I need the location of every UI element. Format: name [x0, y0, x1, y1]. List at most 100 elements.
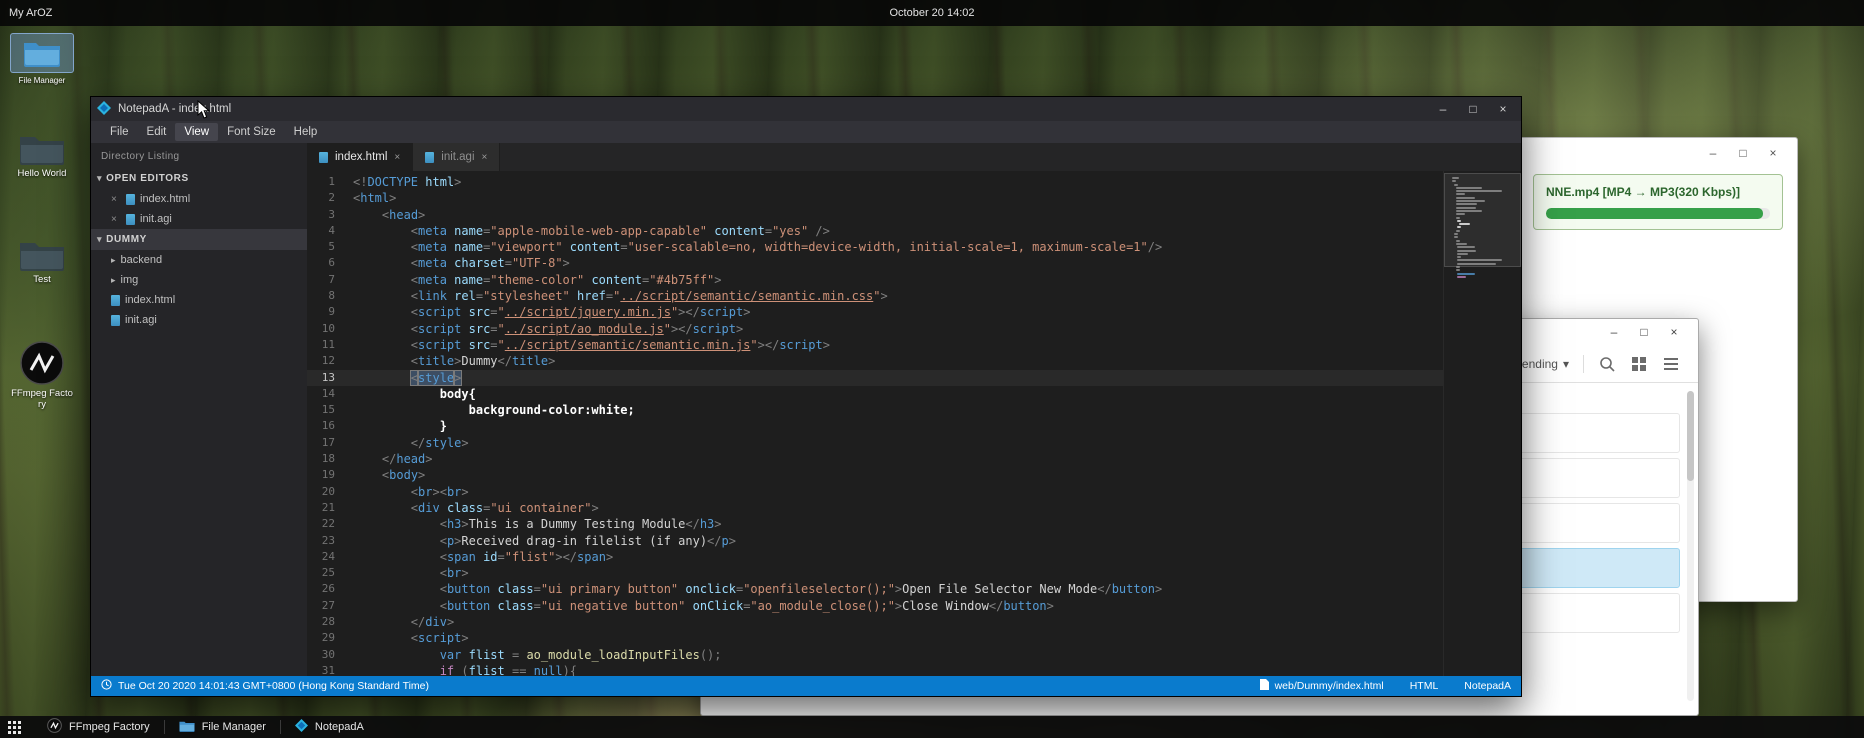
code-line-9[interactable]: 9 <script src="../script/jquery.min.js">… — [307, 304, 1443, 320]
grid-view-icon[interactable] — [1630, 355, 1648, 373]
code-line-25[interactable]: 25 <br> — [307, 565, 1443, 581]
code-line-28[interactable]: 28 </div> — [307, 614, 1443, 630]
code-line-14[interactable]: 14 body{ — [307, 386, 1443, 402]
line-number: 6 — [307, 255, 353, 271]
code-line-26[interactable]: 26 <button class="ui primary button" onc… — [307, 581, 1443, 597]
menu-file[interactable]: File — [101, 123, 138, 141]
maximize-button[interactable]: □ — [1461, 100, 1485, 118]
code-line-22[interactable]: 22 <h3>This is a Dummy Testing Module</h… — [307, 516, 1443, 532]
code-line-2[interactable]: 2<html> — [307, 190, 1443, 206]
search-icon[interactable] — [1598, 355, 1616, 373]
tree-item-index-html[interactable]: index.html — [91, 290, 307, 310]
code-line-3[interactable]: 3 <head> — [307, 207, 1443, 223]
tree-item-init-agi[interactable]: init.agi — [91, 310, 307, 330]
list-view-icon[interactable] — [1662, 355, 1680, 373]
code-line-8[interactable]: 8 <link rel="stylesheet" href="../script… — [307, 288, 1443, 304]
close-button[interactable]: × — [1761, 144, 1785, 162]
code-line-13[interactable]: 13 <style> — [307, 370, 1443, 386]
line-number: 31 — [307, 663, 353, 676]
close-tab-icon[interactable]: × — [394, 152, 400, 163]
code-line-21[interactable]: 21 <div class="ui container"> — [307, 500, 1443, 516]
status-language[interactable]: HTML — [1410, 680, 1439, 692]
code-line-20[interactable]: 20 <br><br> — [307, 484, 1443, 500]
sidebar-header: Directory Listing — [91, 143, 307, 168]
line-number: 30 — [307, 647, 353, 663]
code-line-30[interactable]: 30 var flist = ao_module_loadInputFiles(… — [307, 647, 1443, 663]
code-line-4[interactable]: 4 <meta name="apple-mobile-web-app-capab… — [307, 223, 1443, 239]
desktop-icon-file-manager[interactable]: File Manager — [10, 33, 74, 85]
taskbar-item-ffmpeg-factory[interactable]: FFmpeg Factory — [33, 716, 164, 738]
code-line-17[interactable]: 17 </style> — [307, 435, 1443, 451]
code-line-12[interactable]: 12 <title>Dummy</title> — [307, 353, 1443, 369]
code-line-24[interactable]: 24 <span id="flist"></span> — [307, 549, 1443, 565]
code-line-29[interactable]: 29 <script> — [307, 630, 1443, 646]
code-text: <body> — [353, 467, 425, 483]
code-line-7[interactable]: 7 <meta name="theme-color" content="#4b7… — [307, 272, 1443, 288]
code-area[interactable]: 1<!DOCTYPE html>2<html>3 <head>4 <meta n… — [307, 171, 1443, 676]
code-line-15[interactable]: 15 background-color:white; — [307, 402, 1443, 418]
code-text: <!DOCTYPE html> — [353, 174, 461, 190]
status-file-path[interactable]: web/Dummy/index.html — [1275, 680, 1384, 692]
close-button[interactable]: × — [1491, 100, 1515, 118]
code-line-23[interactable]: 23 <p>Received drag-in filelist (if any)… — [307, 533, 1443, 549]
taskbar: FFmpeg Factory File Manager NotepadA — [0, 716, 1864, 738]
menu-view[interactable]: View — [175, 123, 218, 141]
code-line-16[interactable]: 16 } — [307, 418, 1443, 434]
code-line-31[interactable]: 31 if (flist == null){ — [307, 663, 1443, 676]
progress-bar — [1546, 208, 1763, 219]
tree-section-dummy[interactable]: ▾DUMMY — [91, 229, 307, 250]
maximize-button[interactable]: □ — [1731, 144, 1755, 162]
taskbar-item-file-manager[interactable]: File Manager — [165, 716, 280, 738]
notepada-titlebar[interactable]: NotepadA - index.html – □ × — [91, 97, 1521, 121]
code-line-18[interactable]: 18 </head> — [307, 451, 1443, 467]
code-text: <meta name="theme-color" content="#4b75f… — [353, 272, 722, 288]
desktop-icon-label: File Manager — [10, 76, 74, 85]
minimap-line — [1457, 273, 1475, 275]
menu-edit[interactable]: Edit — [138, 123, 176, 141]
line-number: 13 — [307, 370, 353, 386]
minimap-line — [1456, 240, 1460, 242]
tree-item-label: init.agi — [140, 213, 172, 225]
maximize-button[interactable]: □ — [1632, 323, 1656, 341]
code-line-6[interactable]: 6 <meta charset="UTF-8"> — [307, 255, 1443, 271]
tree-section-open-editors[interactable]: ▾OPEN EDITORS — [91, 168, 307, 189]
aroz-menu-button[interactable]: My ArOZ — [0, 7, 52, 19]
close-editor-icon[interactable]: × — [111, 214, 121, 225]
minimap[interactable] — [1443, 171, 1521, 676]
sort-dropdown[interactable]: ending ▾ — [1522, 357, 1569, 371]
desktop-icon-test[interactable]: Test — [10, 238, 74, 286]
close-editor-icon[interactable]: × — [111, 194, 121, 205]
code-line-5[interactable]: 5 <meta name="viewport" content="user-sc… — [307, 239, 1443, 255]
minimize-button[interactable]: – — [1701, 144, 1725, 162]
code-line-10[interactable]: 10 <script src="../script/ao_module.js">… — [307, 321, 1443, 337]
minimap-line — [1457, 253, 1468, 255]
desktop-icon-label: Hello World — [10, 169, 74, 180]
tree-item-init-agi[interactable]: × init.agi — [91, 209, 307, 229]
scrollbar-thumb[interactable] — [1687, 391, 1694, 481]
code-line-19[interactable]: 19 <body> — [307, 467, 1443, 483]
notepada-window: NotepadA - index.html – □ × FileEditView… — [90, 96, 1522, 697]
close-tab-icon[interactable]: × — [482, 152, 488, 163]
start-menu-icon[interactable] — [8, 721, 21, 734]
tab-index-html[interactable]: index.html× — [307, 143, 413, 171]
taskbar-item-notepada[interactable]: NotepadA — [281, 716, 378, 738]
minimize-button[interactable]: – — [1431, 100, 1455, 118]
menu-help[interactable]: Help — [285, 123, 327, 141]
tree-item-index-html[interactable]: ×index.html — [91, 189, 307, 209]
close-button[interactable]: × — [1662, 323, 1686, 341]
tree-item-backend[interactable]: ▸backend — [91, 250, 307, 270]
code-text: <meta charset="UTF-8"> — [353, 255, 570, 271]
scrollbar[interactable] — [1687, 391, 1694, 701]
folder-icon — [10, 238, 74, 272]
tab-init-agi[interactable]: init.agi× — [413, 143, 500, 171]
tree-item-img[interactable]: ▸img — [91, 270, 307, 290]
code-line-11[interactable]: 11 <script src="../script/semantic/seman… — [307, 337, 1443, 353]
minimize-button[interactable]: – — [1602, 323, 1626, 341]
desktop-icon-hello-world[interactable]: Hello World — [10, 132, 74, 180]
sort-dropdown-label: ending — [1522, 357, 1558, 371]
menu-font-size[interactable]: Font Size — [218, 123, 285, 141]
code-line-27[interactable]: 27 <button class="ui negative button" on… — [307, 598, 1443, 614]
desktop-icon-ffmpeg-factory[interactable]: FFmpeg Factory — [10, 340, 74, 410]
code-line-1[interactable]: 1<!DOCTYPE html> — [307, 174, 1443, 190]
file-icon — [111, 295, 120, 306]
